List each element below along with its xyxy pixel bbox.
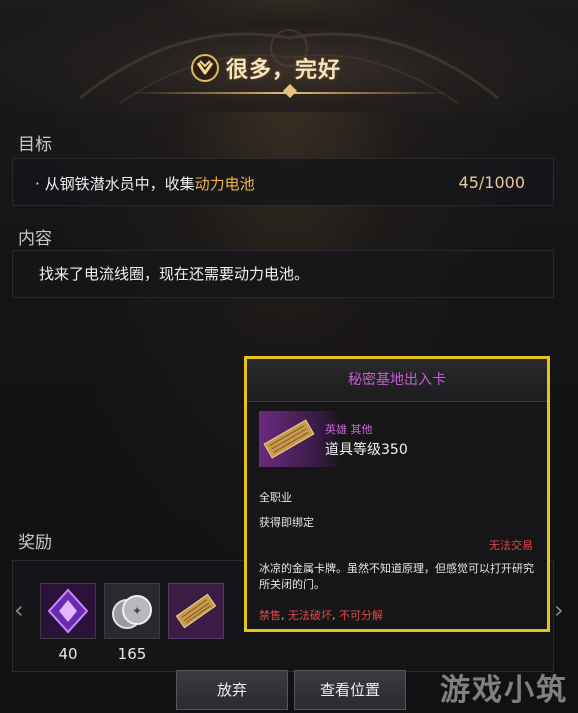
flag-indestructible: 无法破坏 bbox=[288, 609, 332, 622]
silver-coins-icon: ✦ bbox=[105, 584, 159, 638]
objective-target-item: 动力电池 bbox=[194, 175, 255, 193]
flag-no-dismantle: 不可分解 bbox=[339, 609, 383, 622]
tooltip-description: 冰凉的金属卡牌。虽然不知道原理，但感觉可以打开研究所关闭的门。 bbox=[259, 562, 534, 591]
content-box: 找来了电流线圈，现在还需要动力电池。 bbox=[12, 250, 554, 298]
item-tooltip: 秘密基地出入卡 英雄 其他 道具等级350 全职业 获得即绑定 无法交易 冰凉的… bbox=[244, 356, 550, 632]
objective-text-prefix: 从钢铁潜水员中，收集 bbox=[44, 175, 195, 193]
objective-label: 目标 bbox=[18, 135, 52, 155]
reward-count: 165 bbox=[117, 645, 147, 663]
objective-text: · 从钢铁潜水员中，收集动力电池 bbox=[35, 173, 255, 194]
rewards-next-arrow[interactable]: › bbox=[554, 596, 564, 624]
tooltip-trade-restriction: 无法交易 bbox=[489, 539, 533, 552]
content-text: 找来了电流线圈，现在还需要动力电池。 bbox=[39, 265, 310, 283]
content-label: 内容 bbox=[18, 229, 52, 249]
rewards-label: 奖励 bbox=[18, 533, 52, 553]
flag-separator: , bbox=[332, 609, 339, 622]
watermark: 游戏小筑 bbox=[440, 673, 568, 708]
locate-button[interactable]: 查看位置 bbox=[294, 670, 406, 710]
reward-slot[interactable] bbox=[40, 583, 96, 639]
rewards-prev-arrow[interactable]: ‹ bbox=[14, 596, 24, 624]
tooltip-binding: 获得即绑定 bbox=[259, 516, 314, 529]
tooltip-title: 秘密基地出入卡 bbox=[247, 359, 547, 402]
objective-box: · 从钢铁潜水员中，收集动力电池 45/1000 bbox=[12, 158, 554, 206]
reward-slot[interactable] bbox=[168, 583, 224, 639]
reward-slot[interactable]: ✦ bbox=[104, 583, 160, 639]
access-card-icon bbox=[169, 584, 223, 638]
tooltip-class: 全职业 bbox=[259, 491, 292, 504]
flag-separator: , bbox=[281, 609, 288, 622]
tooltip-grade: 英雄 其他 bbox=[325, 423, 373, 436]
tooltip-item-level: 道具等级350 bbox=[325, 442, 408, 458]
objective-progress: 45/1000 bbox=[458, 173, 525, 192]
tooltip-restrictions: 禁售, 无法破坏, 不可分解 bbox=[259, 607, 383, 623]
access-card-icon bbox=[263, 419, 315, 459]
quest-emblem-icon bbox=[191, 54, 219, 82]
objective-bullet: · bbox=[35, 175, 40, 193]
quest-title: 很多，完好 bbox=[190, 48, 341, 88]
flag-no-sale: 禁售 bbox=[259, 609, 281, 622]
quest-title-text: 很多，完好 bbox=[226, 58, 342, 83]
reward-count: 40 bbox=[58, 645, 78, 663]
abandon-button[interactable]: 放弃 bbox=[176, 670, 288, 710]
purple-crystal-icon bbox=[41, 584, 95, 638]
svg-text:✦: ✦ bbox=[132, 604, 142, 618]
